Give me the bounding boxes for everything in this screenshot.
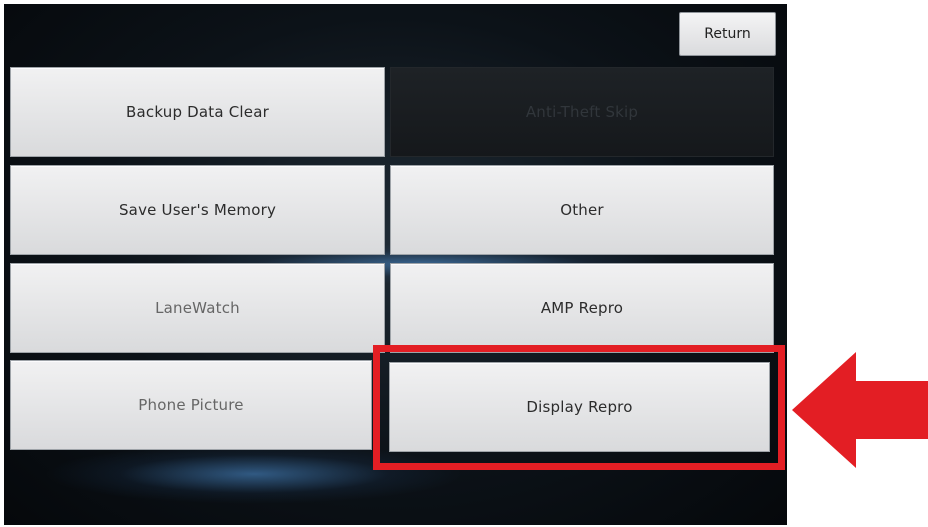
lanewatch-button[interactable]: LaneWatch	[10, 263, 385, 353]
other-button[interactable]: Other	[390, 165, 774, 255]
backup-data-clear-button[interactable]: Backup Data Clear	[10, 67, 385, 157]
red-arrow-icon	[792, 352, 928, 468]
phone-picture-button[interactable]: Phone Picture	[10, 360, 372, 450]
return-button[interactable]: Return	[679, 12, 776, 56]
amp-repro-button[interactable]: AMP Repro	[390, 263, 774, 353]
screen-glow-bottom	[44, 444, 464, 504]
save-users-memory-button[interactable]: Save User's Memory	[10, 165, 385, 255]
anti-theft-skip-button: Anti-Theft Skip	[390, 67, 774, 157]
display-repro-button[interactable]: Display Repro	[389, 362, 770, 452]
